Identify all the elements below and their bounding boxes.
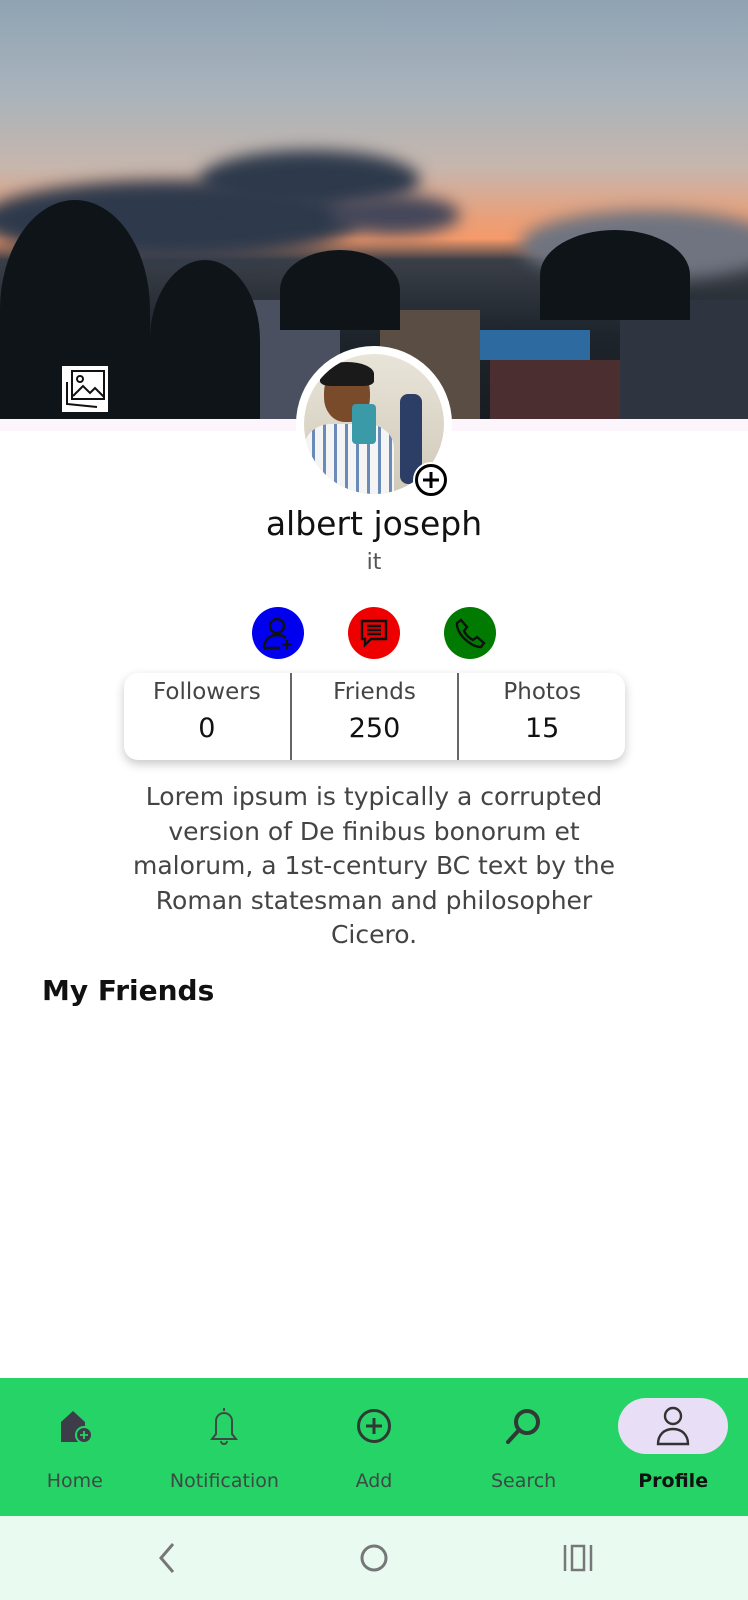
bell-icon [210, 1408, 239, 1445]
profile-role: it [366, 550, 382, 575]
recent-apps-icon[interactable] [562, 1540, 594, 1576]
bottom-navigation: Home Notification Add Search Profile [0, 1378, 748, 1516]
stat-photos[interactable]: Photos 15 [457, 673, 625, 760]
nav-label: Home [46, 1470, 103, 1492]
nav-label: Notification [169, 1470, 279, 1492]
stat-label: Friends [333, 679, 416, 705]
change-cover-button[interactable] [62, 366, 108, 412]
stat-value: 15 [525, 713, 560, 744]
nav-search[interactable]: Search [449, 1378, 599, 1516]
phone-icon [455, 618, 486, 649]
nav-label: Profile [638, 1470, 709, 1492]
stat-label: Photos [503, 679, 581, 705]
image-gallery-icon [66, 370, 105, 408]
person-icon [656, 1406, 690, 1446]
message-button[interactable] [348, 607, 400, 659]
change-avatar-button[interactable] [413, 462, 449, 498]
call-button[interactable] [444, 607, 496, 659]
nav-label: Add [355, 1470, 393, 1492]
nav-profile[interactable]: Profile [598, 1378, 748, 1516]
system-navigation-bar [0, 1516, 748, 1600]
message-icon [360, 619, 388, 648]
stats-card: Followers 0 Friends 250 Photos 15 [124, 673, 625, 760]
back-icon[interactable] [155, 1540, 179, 1576]
stat-friends[interactable]: Friends 250 [289, 673, 458, 760]
stat-value: 250 [348, 713, 401, 744]
plus-circle-icon [415, 464, 447, 496]
profile-bio: Lorem ipsum is typically a corrupted ver… [133, 782, 615, 949]
nav-label: Search [490, 1470, 557, 1492]
nav-notification[interactable]: Notification [150, 1378, 300, 1516]
stat-followers[interactable]: Followers 0 [124, 673, 290, 760]
stat-label: Followers [152, 679, 261, 705]
friends-section-title: My Friends [42, 974, 215, 1007]
plus-circle-icon [356, 1409, 391, 1443]
nav-add[interactable]: Add [299, 1378, 449, 1516]
add-friend-button[interactable] [252, 607, 304, 659]
profile-name: albert joseph [265, 504, 483, 543]
home-add-icon [60, 1411, 93, 1444]
add-friend-icon [262, 617, 292, 650]
search-icon [505, 1409, 540, 1444]
nav-home[interactable]: Home [0, 1378, 150, 1516]
stat-value: 0 [198, 713, 216, 744]
home-circle-icon[interactable] [358, 1540, 390, 1576]
